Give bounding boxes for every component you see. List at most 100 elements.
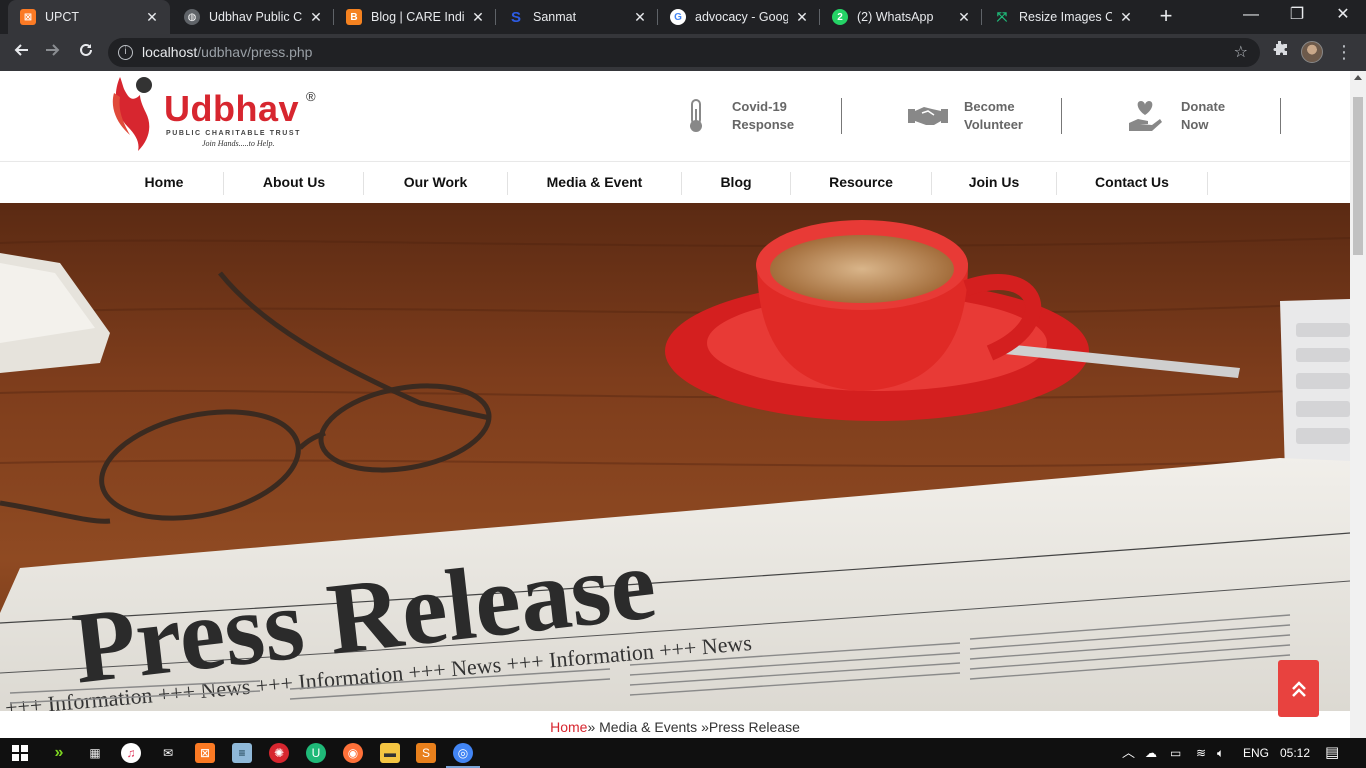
breadcrumb-home-link[interactable]: Home <box>550 719 587 735</box>
windows-taskbar: » ▦ ♫ ✉ ⊠ ≡ ✺ U ◉ ▬ S ◎ ︿ ☁ ▭ ≋ 🔈︎ ENG 0… <box>0 738 1366 768</box>
close-tab-icon[interactable]: ✕ <box>1118 9 1134 26</box>
clock[interactable]: 05:12 <box>1280 738 1310 768</box>
address-bar[interactable]: i localhost/udbhav/press.php ☆ <box>108 38 1260 67</box>
windows-start-icon[interactable] <box>10 743 30 763</box>
reload-button[interactable] <box>73 39 99 65</box>
covid-response-link[interactable]: Covid-19 Response <box>676 98 794 134</box>
site-header: Udbhav ® PUBLIC CHARITABLE TRUST Join Ha… <box>0 71 1350 161</box>
tab-title: advocacy - Google <box>695 10 788 24</box>
browser-tab[interactable]: 2 (2) WhatsApp ✕ <box>820 0 982 34</box>
udbhav-logo[interactable]: Udbhav ® PUBLIC CHARITABLE TRUST Join Ha… <box>110 73 325 155</box>
main-navigation: Home About Us Our Work Media & Event Blo… <box>0 161 1350 203</box>
battery-icon[interactable]: ▭ <box>1170 738 1181 768</box>
chrome-icon[interactable]: ◎ <box>453 743 473 763</box>
calculator-icon[interactable]: ▦ <box>85 743 105 763</box>
close-tab-icon[interactable]: ✕ <box>632 9 648 26</box>
xampp-icon: ⊠ <box>20 9 36 25</box>
app-icon[interactable]: » <box>49 743 69 763</box>
registered-mark: ® <box>306 89 316 104</box>
tab-title: Udbhav Public Cha <box>209 10 302 24</box>
heart-hand-icon <box>1125 98 1165 134</box>
become-volunteer-link[interactable]: Become Volunteer <box>908 98 1023 134</box>
thermometer-icon <box>676 98 716 134</box>
page-scrollbar[interactable] <box>1350 71 1366 738</box>
double-chevron-up-icon <box>1291 680 1306 697</box>
browser-tab[interactable]: S Sanmat ✕ <box>496 0 658 34</box>
logo-wordmark: Udbhav <box>164 88 300 129</box>
volume-icon[interactable]: 🔈︎ <box>1217 738 1224 768</box>
kebab-menu-icon[interactable]: ⋮ <box>1332 40 1356 64</box>
extensions-puzzle-icon[interactable] <box>1268 40 1292 64</box>
press-release-hero-banner: Press Release +++ Information +++ News +… <box>0 203 1350 711</box>
close-tab-icon[interactable]: ✕ <box>144 9 160 26</box>
back-button[interactable] <box>8 39 34 65</box>
close-tab-icon[interactable]: ✕ <box>308 9 324 26</box>
flame-figure-icon <box>112 77 152 151</box>
browser-tab[interactable]: ⊠ UPCT ✕ <box>8 0 170 34</box>
xampp-icon[interactable]: ⊠ <box>195 743 215 763</box>
upwork-icon[interactable]: U <box>306 743 326 763</box>
language-indicator[interactable]: ENG <box>1243 738 1269 768</box>
restore-button[interactable]: ❐ <box>1274 0 1320 34</box>
scroll-to-top-button[interactable] <box>1278 660 1319 717</box>
whatsapp-icon: 2 <box>832 9 848 25</box>
close-tab-icon[interactable]: ✕ <box>470 9 486 26</box>
close-window-button[interactable]: ✕ <box>1320 0 1366 34</box>
tab-title: Sanmat <box>533 10 577 24</box>
breadcrumb: Home» Media & Events »Press Release <box>0 711 1350 738</box>
browser-tab-strip: ⊠ UPCT ✕ ◍ Udbhav Public Cha ✕ B Blog | … <box>0 0 1366 34</box>
header-link-label: Covid-19 Response <box>732 99 795 132</box>
nav-blog[interactable]: Blog <box>682 162 790 203</box>
browser-tab[interactable]: ⤧ Resize Images Onl ✕ <box>982 0 1144 34</box>
url-path: /udbhav/press.php <box>197 44 313 60</box>
info-icon[interactable]: i <box>118 45 133 60</box>
tab-title: Blog | CARE India <box>371 10 464 24</box>
file-explorer-icon[interactable]: ▬ <box>380 743 400 763</box>
show-hidden-icons-chevron-icon[interactable]: ︿ <box>1122 738 1135 768</box>
music-icon[interactable]: ♫ <box>121 743 141 763</box>
header-link-label: Donate Now <box>1181 99 1226 132</box>
minimize-button[interactable]: — <box>1228 0 1274 34</box>
close-tab-icon[interactable]: ✕ <box>956 9 972 26</box>
close-tab-icon[interactable]: ✕ <box>794 9 810 26</box>
nav-our-work[interactable]: Our Work <box>364 162 507 203</box>
donate-now-link[interactable]: Donate Now <box>1125 98 1225 134</box>
breadcrumb-middle: » Media & Events » <box>587 719 709 735</box>
filezilla-icon[interactable]: ✺ <box>269 743 289 763</box>
breadcrumb-current: Press Release <box>708 719 800 735</box>
handshake-icon <box>908 98 948 134</box>
globe-icon: ◍ <box>184 9 200 25</box>
nav-home[interactable]: Home <box>104 162 224 203</box>
browser-tab[interactable]: G advocacy - Google ✕ <box>658 0 820 34</box>
bookmark-star-icon[interactable]: ☆ <box>1234 38 1248 67</box>
new-tab-button[interactable]: + <box>1154 4 1178 28</box>
tab-title: Resize Images Onl <box>1019 10 1112 24</box>
resize-icon: ⤧ <box>996 9 1008 24</box>
profile-avatar[interactable] <box>1301 41 1323 63</box>
logo-tagline: Join Hands.....to Help. <box>202 139 275 148</box>
forward-button[interactable] <box>40 39 66 65</box>
wifi-icon[interactable]: ≋ <box>1196 738 1206 768</box>
nav-resource[interactable]: Resource <box>791 162 931 203</box>
browser-toolbar: i localhost/udbhav/press.php ☆ ⋮ <box>0 34 1366 71</box>
back-arrow-icon <box>14 44 28 56</box>
firefox-icon[interactable]: ◉ <box>343 743 363 763</box>
nav-contact-us[interactable]: Contact Us <box>1057 162 1207 203</box>
logo-subtitle: PUBLIC CHARITABLE TRUST <box>166 130 302 137</box>
browser-tab[interactable]: B Blog | CARE India ✕ <box>334 0 496 34</box>
nav-about-us[interactable]: About Us <box>224 162 364 203</box>
url-host: localhost <box>142 44 198 60</box>
scrollbar-thumb[interactable] <box>1353 97 1363 255</box>
notepad-icon[interactable]: ≡ <box>232 743 252 763</box>
cloud-sync-icon[interactable]: ☁ <box>1145 738 1157 768</box>
notifications-icon[interactable]: ▤ <box>1325 738 1339 768</box>
scroll-up-arrow-icon[interactable] <box>1354 75 1362 80</box>
nav-media-event[interactable]: Media & Event <box>508 162 681 203</box>
web-page: Udbhav ® PUBLIC CHARITABLE TRUST Join Ha… <box>0 71 1350 738</box>
nav-join-us[interactable]: Join Us <box>932 162 1056 203</box>
tab-title: UPCT <box>45 10 80 24</box>
browser-tab[interactable]: ◍ Udbhav Public Cha ✕ <box>172 0 334 34</box>
sublime-text-icon[interactable]: S <box>416 743 436 763</box>
s-icon: S <box>510 8 521 26</box>
mail-icon[interactable]: ✉ <box>158 743 178 763</box>
